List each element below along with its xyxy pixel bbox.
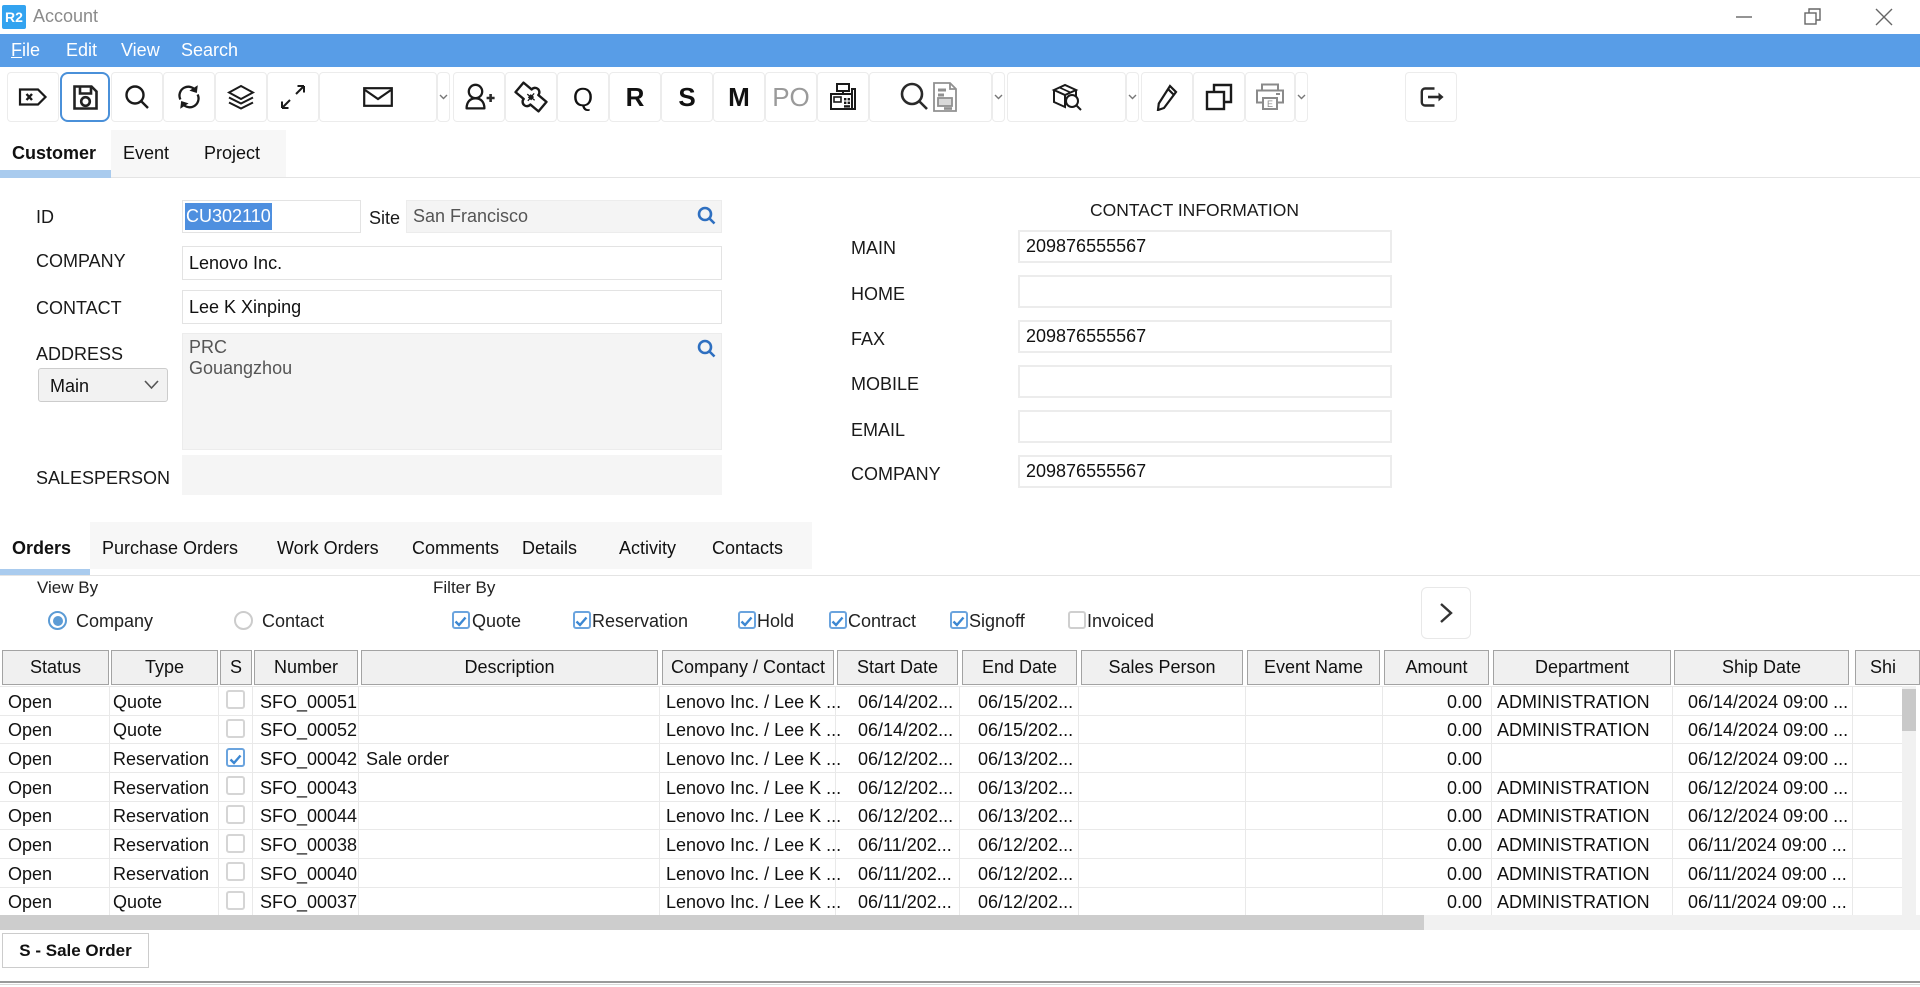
svg-text:E: E (1267, 99, 1273, 109)
